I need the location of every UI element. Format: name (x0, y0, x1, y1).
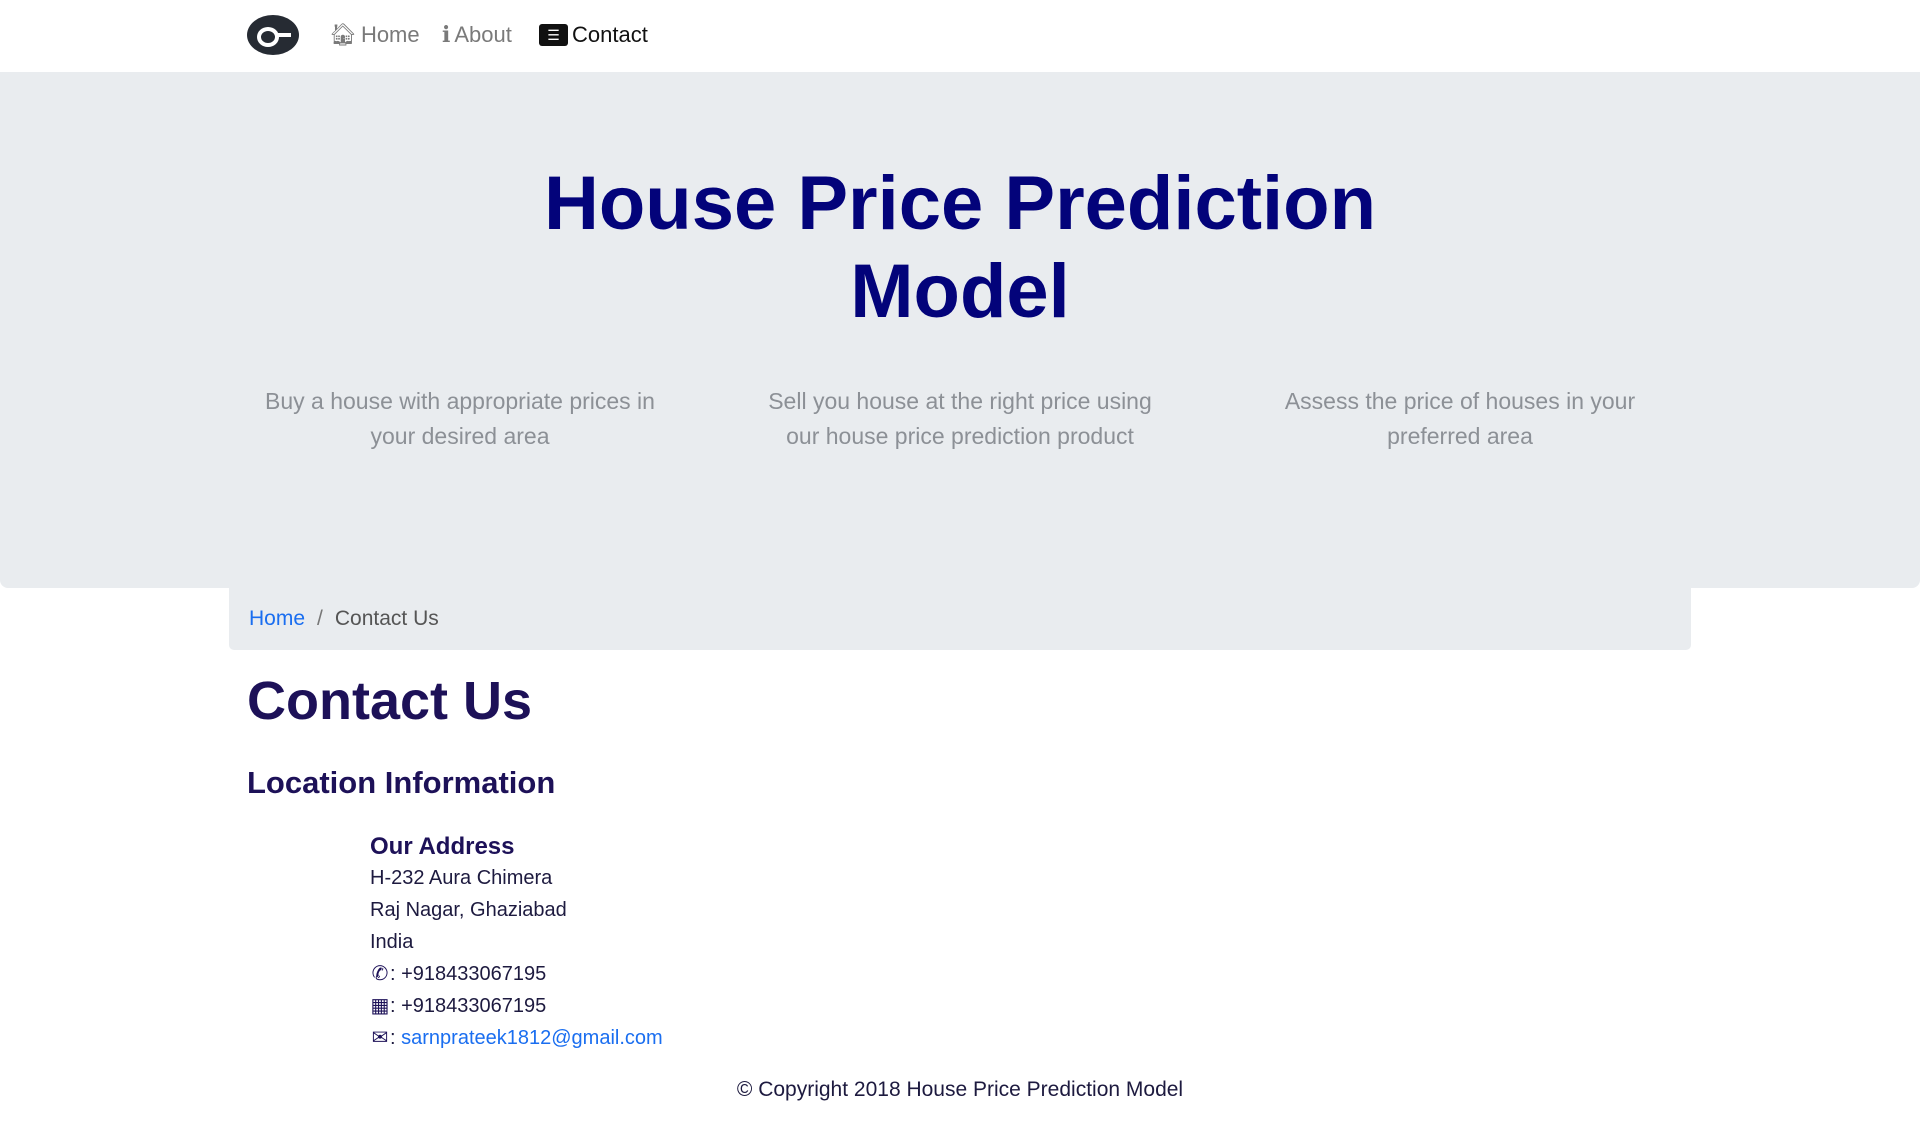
contact-card-icon: ☰ (539, 24, 568, 46)
phone-row: ✆: +918433067195 (370, 958, 663, 990)
address-heading: Our Address (370, 833, 515, 860)
page-title: Contact Us (247, 671, 533, 731)
nav-home[interactable]: 🏠︎ Home (329, 22, 420, 48)
fax-icon: ▦ (370, 995, 390, 1017)
envelope-icon: ✉ (371, 1027, 389, 1049)
navbar: 🏠︎ Home i About ☰ Contact (0, 0, 1920, 72)
feature-sell: Sell you house at the right price using … (768, 388, 1152, 449)
nav-about[interactable]: i About (442, 22, 512, 48)
info-icon: i (442, 22, 451, 48)
breadcrumb-home[interactable]: Home (249, 607, 305, 631)
email-link[interactable]: sarnprateek1812@gmail.com (401, 1027, 663, 1049)
email-row: ✉: sarnprateek1812@gmail.com (370, 1022, 663, 1054)
footer-copyright: © Copyright 2018 House Price Prediction … (736, 1078, 1184, 1101)
breadcrumb-current: Contact Us (334, 607, 439, 630)
logo[interactable] (247, 15, 299, 55)
nav-contact[interactable]: ☰ Contact (539, 22, 648, 48)
jumbotron: House Price Prediction Model Buy a house … (0, 72, 1920, 588)
hero-title: House Price Prediction Model (543, 161, 1377, 334)
breadcrumb: Home / Contact Us (229, 588, 1691, 650)
phone-icon: ✆ (371, 963, 389, 985)
feature-assess: Assess the price of houses in your prefe… (1284, 388, 1636, 449)
home-icon: 🏠︎ (329, 22, 357, 47)
feature-buy: Buy a house with appropriate prices in y… (265, 388, 655, 449)
fax-row: ▦: +918433067195 (370, 990, 663, 1022)
section-title: Location Information (247, 765, 556, 800)
address-block: Our Address H-232 Aura Chimera Raj Nagar… (370, 832, 663, 1054)
